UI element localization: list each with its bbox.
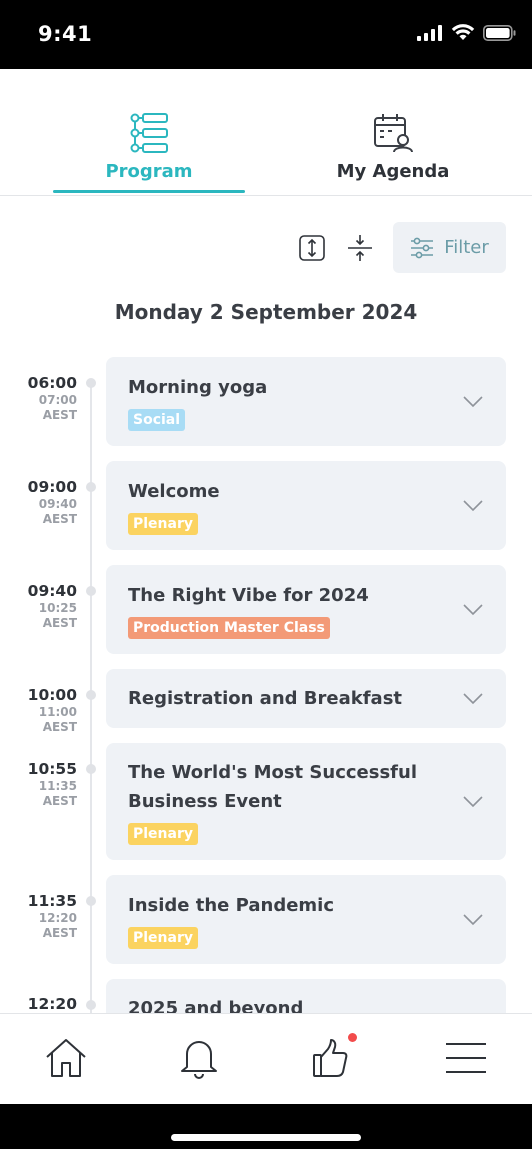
session-times: 06:00 07:00 AEST <box>14 374 77 423</box>
session-title: Morning yoga <box>128 377 268 398</box>
session-title: Registration and Breakfast <box>128 688 403 709</box>
tab-program[interactable]: Program <box>53 113 245 182</box>
session-tag: Social <box>128 409 186 431</box>
expand-all-button[interactable] <box>295 231 329 265</box>
tab-my-agenda[interactable]: My Agenda <box>297 113 489 182</box>
timeline-dot <box>86 482 96 492</box>
home-indicator[interactable] <box>171 1134 361 1141</box>
session-alt-time: 07:00 <box>38 393 77 407</box>
program-toolbar: Filter <box>295 222 506 273</box>
session-card[interactable]: The Right Vibe for 2024 Production Maste… <box>106 565 506 654</box>
filter-button[interactable]: Filter <box>393 222 506 273</box>
battery-icon <box>483 24 516 41</box>
tab-my-agenda-label: My Agenda <box>336 161 450 182</box>
session-timezone: AEST <box>42 616 77 630</box>
session-card[interactable]: Welcome Plenary <box>106 461 506 550</box>
session-title-line-1: The World's Most Successful <box>128 762 418 783</box>
session-tag: Production Master Class <box>128 617 330 639</box>
chevron-down-icon[interactable] <box>462 395 484 409</box>
timeline-dot <box>86 378 96 388</box>
active-tab-indicator <box>53 190 245 193</box>
session-time: 09:00 <box>27 478 77 496</box>
session-time: 11:35 <box>27 892 77 910</box>
session-time: 06:00 <box>27 374 77 392</box>
session-tag: Plenary <box>128 927 198 949</box>
session-card[interactable]: Registration and Breakfast <box>106 669 506 728</box>
session-time: 09:40 <box>27 582 77 600</box>
session-title: The Right Vibe for 2024 <box>128 585 369 606</box>
bell-icon <box>181 1041 217 1079</box>
timeline-line <box>90 380 92 1020</box>
session-tag: Plenary <box>128 513 198 535</box>
session-times: 11:35 12:20 AEST <box>14 892 77 941</box>
home-icon <box>46 1039 86 1077</box>
session-timezone: AEST <box>42 926 77 940</box>
tab-bar: Program My Agenda <box>0 69 532 196</box>
timeline-dot <box>86 896 96 906</box>
session-title-line-2: Business Event <box>128 791 282 812</box>
session-time: 12:20 <box>27 995 77 1013</box>
status-bar: 9:41 <box>0 0 532 69</box>
program-list-icon <box>130 113 168 153</box>
session-time: 10:55 <box>27 760 77 778</box>
filter-label: Filter <box>444 237 489 258</box>
expand-icon <box>299 234 325 261</box>
status-icons <box>417 24 516 41</box>
chevron-down-icon[interactable] <box>462 603 484 617</box>
session-time: 10:00 <box>27 686 77 704</box>
signal-icon <box>417 24 442 41</box>
session-title: Inside the Pandemic <box>128 895 335 916</box>
session-times: 10:00 11:00 AEST <box>14 686 77 735</box>
session-card[interactable]: The World's Most Successful Business Eve… <box>106 743 506 860</box>
session-alt-time: 11:00 <box>38 705 77 719</box>
session-timezone: AEST <box>42 720 77 734</box>
session-card[interactable]: Inside the Pandemic Plenary <box>106 875 506 964</box>
collapse-all-button[interactable] <box>343 231 377 265</box>
calendar-person-icon <box>374 114 413 153</box>
timeline-dot <box>86 764 96 774</box>
session-timezone: AEST <box>42 512 77 526</box>
bottom-nav <box>0 1013 532 1105</box>
session-tag: Plenary <box>128 823 198 845</box>
chevron-down-icon[interactable] <box>462 499 484 513</box>
menu-icon <box>446 1043 486 1073</box>
home-indicator-bar <box>0 1104 532 1149</box>
timeline-dot <box>86 1000 96 1010</box>
session-timezone: AEST <box>42 794 77 808</box>
timeline-dot <box>86 690 96 700</box>
session-alt-time: 12:20 <box>38 911 77 925</box>
thumbs-up-icon <box>313 1039 348 1077</box>
nav-home[interactable] <box>44 1036 88 1080</box>
tab-program-label: Program <box>105 161 193 182</box>
nav-menu[interactable] <box>444 1036 488 1080</box>
date-heading: Monday 2 September 2024 <box>114 300 418 324</box>
session-times: 10:55 11:35 AEST <box>14 760 77 809</box>
session-alt-time: 09:40 <box>38 497 77 511</box>
chevron-down-icon[interactable] <box>462 913 484 927</box>
timeline-dot <box>86 586 96 596</box>
session-alt-time: 11:35 <box>38 779 77 793</box>
sliders-icon <box>411 237 434 258</box>
session-timezone: AEST <box>42 408 77 422</box>
chevron-down-icon[interactable] <box>462 692 484 706</box>
session-alt-time: 10:25 <box>38 601 77 615</box>
wifi-icon <box>451 24 475 40</box>
session-times: 12:20 <box>14 995 77 1014</box>
nav-notifications[interactable] <box>177 1036 221 1080</box>
session-times: 09:00 09:40 AEST <box>14 478 77 527</box>
session-times: 09:40 10:25 AEST <box>14 582 77 631</box>
chevron-down-icon[interactable] <box>462 795 484 809</box>
collapse-icon <box>348 234 372 261</box>
nav-likes[interactable] <box>310 1033 357 1080</box>
session-card[interactable]: Morning yoga Social <box>106 357 506 446</box>
status-time: 9:41 <box>38 22 93 46</box>
notification-badge <box>348 1033 357 1042</box>
session-title: Welcome <box>128 481 220 502</box>
